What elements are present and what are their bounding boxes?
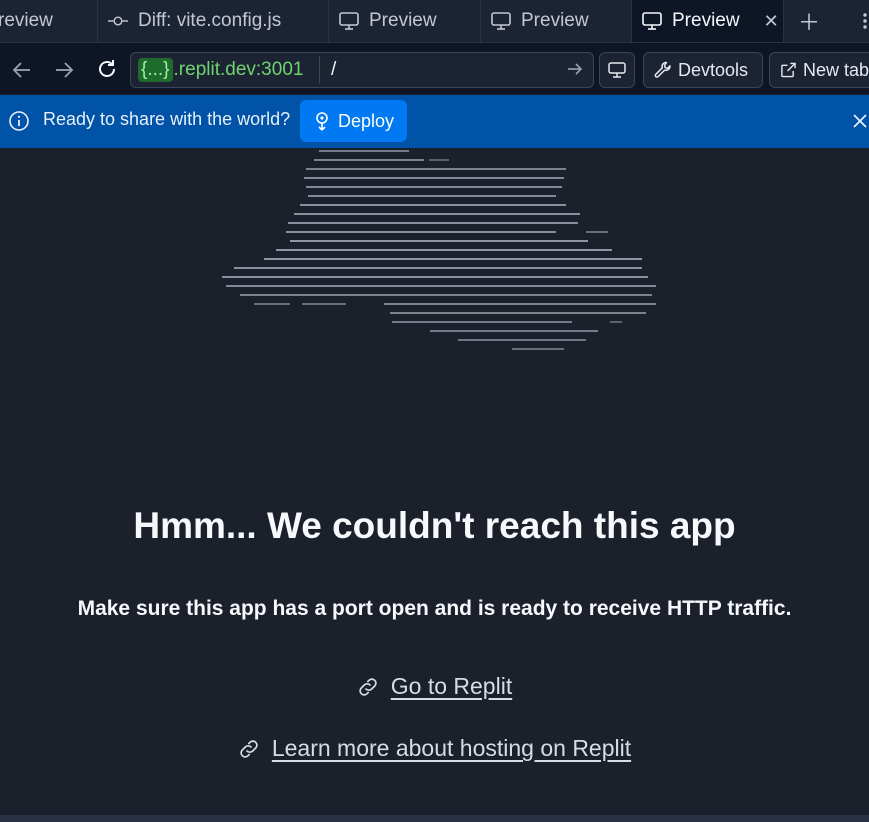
new-tab-label: New tab — [802, 59, 869, 80]
learn-hosting-link[interactable]: Learn more about hosting on Replit — [0, 735, 869, 762]
tab-label: Diff: vite.config.js — [138, 10, 282, 31]
tab-label: Preview — [672, 10, 740, 31]
banner-message: Ready to share with the world? — [43, 109, 291, 129]
monitor-icon — [491, 11, 511, 31]
url-path-input[interactable]: / — [331, 56, 336, 84]
bottom-edge — [0, 815, 869, 822]
reload-icon — [99, 60, 115, 77]
url-divider — [319, 56, 320, 84]
tab-preview-1[interactable]: review — [0, 0, 98, 42]
link-icon — [359, 677, 377, 696]
external-link-icon — [781, 62, 796, 78]
learn-hosting-label: Learn more about hosting on Replit — [271, 735, 632, 761]
wrench-icon — [654, 61, 671, 78]
back-button[interactable] — [9, 57, 35, 83]
deploy-label: Deploy — [338, 110, 395, 131]
reload-button[interactable] — [94, 56, 120, 82]
forward-button[interactable] — [51, 57, 77, 83]
tab-diff-vite-config[interactable]: Diff: vite.config.js — [98, 0, 329, 42]
deploy-icon — [316, 112, 328, 131]
tab-label: Preview — [369, 10, 437, 31]
go-to-replit-label: Go to Replit — [390, 673, 513, 699]
monitor-icon — [608, 62, 626, 78]
info-icon — [9, 111, 29, 131]
url-host-text: .replit.dev:3001 — [173, 59, 304, 80]
add-tab-button[interactable]: ＋ — [796, 0, 822, 42]
tab-preview-active[interactable]: Preview ✕ — [632, 0, 784, 42]
monitor-icon — [642, 11, 662, 31]
tab-preview-3[interactable]: Preview — [481, 0, 632, 42]
tab-bar: review Diff: vite.config.js Preview Prev… — [0, 0, 869, 43]
arrow-right-icon — [568, 63, 583, 75]
link-icon — [240, 739, 258, 758]
tab-label: Preview — [521, 10, 589, 31]
arrow-left-icon — [12, 62, 30, 78]
devtools-button[interactable]: Devtools — [643, 52, 763, 88]
monitor-icon — [339, 11, 359, 31]
git-commit-icon — [108, 11, 128, 31]
go-to-replit-link[interactable]: Go to Replit — [0, 673, 869, 700]
deploy-button[interactable]: Deploy — [300, 100, 407, 142]
close-icon — [853, 114, 867, 128]
new-tab-button[interactable]: New tab — [769, 52, 869, 88]
tab-preview-2[interactable]: Preview — [329, 0, 481, 42]
url-host: {...} .replit.dev:3001 — [138, 56, 303, 84]
error-title: Hmm... We couldn't reach this app — [133, 505, 736, 546]
go-button[interactable] — [564, 58, 586, 80]
url-host-badge: {...} — [138, 58, 173, 82]
ascii-art-illustration — [222, 150, 656, 350]
devtools-label: Devtools — [678, 59, 749, 80]
close-tab-icon[interactable]: ✕ — [764, 11, 779, 32]
device-preview-button[interactable] — [599, 52, 635, 88]
banner-close-button[interactable] — [853, 110, 869, 132]
more-options-icon[interactable] — [858, 0, 869, 42]
tab-label: review — [0, 10, 53, 31]
arrow-right-icon — [56, 62, 74, 78]
error-subtitle: Make sure this app has a port open and i… — [77, 597, 792, 620]
